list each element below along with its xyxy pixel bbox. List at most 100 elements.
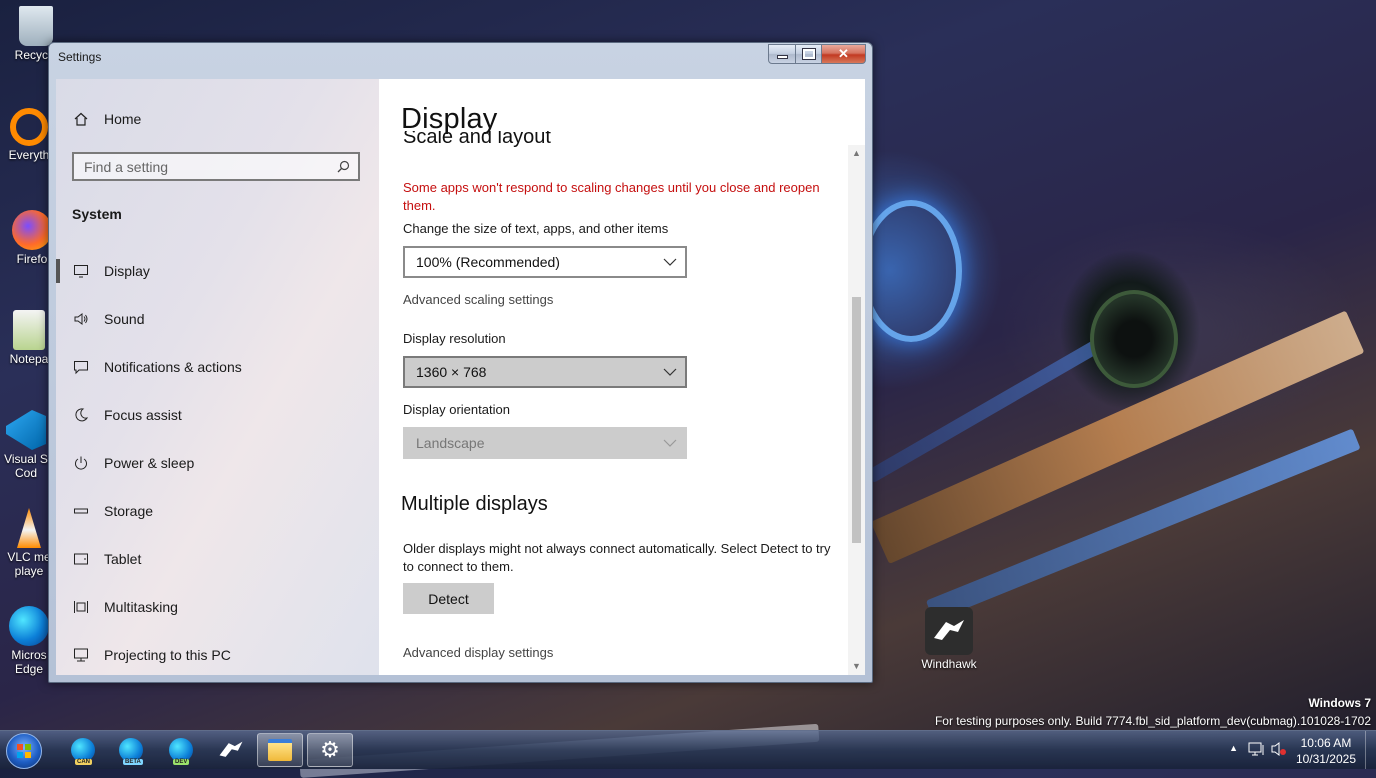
scroll-up-icon[interactable]: ▲ (851, 148, 862, 159)
orientation-dropdown: Landscape (403, 427, 687, 459)
scrollbar[interactable]: ▲ ▼ (848, 145, 865, 675)
edge-dev-icon: DEV (169, 738, 193, 765)
desktop-icon-everything[interactable]: Everyth (5, 108, 53, 162)
desktop-icon-notepad[interactable]: Notepa (5, 310, 53, 366)
taskbar-edge-dev[interactable]: DEV (158, 733, 204, 767)
nav-home[interactable]: Home (73, 111, 141, 127)
windhawk-icon (219, 741, 243, 757)
scrollbar-thumb[interactable] (852, 297, 861, 543)
taskbar-settings[interactable]: ⚙ (307, 733, 353, 767)
windows-watermark-title: Windows 7 (1308, 696, 1371, 710)
advanced-display-link[interactable]: Advanced display settings (403, 645, 553, 660)
sidebar-item-sound[interactable]: Sound (56, 295, 379, 343)
notification-icon (74, 361, 88, 375)
orientation-dropdown-value: Landscape (416, 435, 485, 451)
sidebar-item-multitasking[interactable]: Multitasking (56, 583, 379, 631)
sidebar-item-label: Multitasking (104, 599, 178, 615)
taskbar-clock[interactable]: 10:06 AM 10/31/2025 (1296, 735, 1356, 767)
monitor-icon (74, 265, 88, 278)
sidebar-item-notifications[interactable]: Notifications & actions (56, 343, 379, 391)
multitasking-icon (74, 601, 88, 613)
minimize-icon (776, 55, 788, 59)
sidebar-nav: Display Sound Notifications & actions Fo… (56, 247, 379, 679)
desktop-icon-windhawk[interactable]: Windhawk (920, 607, 978, 671)
resolution-label: Display resolution (403, 331, 506, 346)
settings-content: Display Scale and layout Some apps won't… (379, 79, 865, 675)
detect-button[interactable]: Detect (403, 583, 494, 614)
projecting-icon (74, 648, 88, 662)
minimize-button[interactable] (768, 44, 796, 64)
windows-watermark-build: For testing purposes only. Build 7774.fb… (934, 714, 1371, 728)
sidebar-item-label: Storage (104, 503, 154, 519)
desktop-icon-label: Micros Edge (11, 648, 47, 676)
edge-beta-tag: BETA (123, 759, 143, 765)
tablet-icon (74, 553, 88, 565)
desktop-icon-label: VLC me playe (7, 550, 51, 578)
advanced-scaling-link[interactable]: Advanced scaling settings (403, 292, 553, 307)
edge-dev-tag: DEV (173, 759, 190, 765)
sidebar-item-label: Sound (104, 311, 145, 327)
desktop-icon-label: Everyth (8, 148, 50, 162)
sidebar-item-label: Display (104, 263, 150, 279)
window-controls: ✕ (768, 44, 866, 64)
firefox-icon (12, 210, 52, 250)
sidebar-item-focus-assist[interactable]: Focus assist (56, 391, 379, 439)
start-button[interactable] (6, 733, 42, 769)
sidebar-item-label: Power & sleep (104, 455, 195, 471)
scaling-warning: Some apps won't respond to scaling chang… (403, 180, 820, 213)
show-desktop-button[interactable] (1365, 731, 1376, 769)
desktop-icon-label: Windhawk (921, 657, 977, 671)
sidebar-item-power-sleep[interactable]: Power & sleep (56, 439, 379, 487)
scale-dropdown-value: 100% (Recommended) (416, 254, 560, 270)
windows-logo-icon (17, 744, 31, 758)
section-label-system: System (72, 206, 122, 222)
edge-canary-icon: CAN (71, 738, 95, 765)
multiple-displays-text: Older displays might not always connect … (403, 541, 831, 574)
resolution-dropdown[interactable]: 1360 × 768 (403, 356, 687, 388)
taskbar-edge-beta[interactable]: BETA (108, 733, 154, 767)
scale-dropdown[interactable]: 100% (Recommended) (403, 246, 687, 278)
close-icon: ✕ (838, 46, 849, 61)
storage-icon (74, 508, 88, 514)
desktop-icon-label: Visual S Cod (4, 452, 48, 480)
volume-muted-icon[interactable] (1270, 741, 1288, 757)
close-button[interactable]: ✕ (822, 44, 866, 64)
search-icon (337, 160, 350, 173)
scale-label: Change the size of text, apps, and other… (403, 221, 669, 236)
search-input[interactable] (84, 158, 314, 175)
sidebar-item-display[interactable]: Display (56, 247, 379, 295)
window-title: Settings (58, 50, 102, 64)
desktop-icon-edge[interactable]: Micros Edge (5, 606, 53, 676)
everything-icon (10, 108, 48, 146)
sidebar-item-tablet[interactable]: Tablet (56, 535, 379, 583)
chevron-down-icon (663, 258, 677, 266)
sidebar-item-storage[interactable]: Storage (56, 487, 379, 535)
edge-beta-icon: BETA (119, 738, 143, 765)
vlc-icon (17, 508, 41, 548)
taskbar-edge-canary[interactable]: CAN (60, 733, 106, 767)
taskbar-windhawk[interactable] (208, 733, 254, 767)
power-icon (75, 456, 87, 470)
maximize-icon (801, 48, 816, 60)
desktop-icon-vlc[interactable]: VLC me playe (5, 508, 53, 578)
sidebar-item-label: Notifications & actions (104, 359, 242, 375)
maximize-button[interactable] (796, 44, 822, 64)
nav-home-label: Home (104, 111, 142, 127)
sidebar-item-label: Focus assist (104, 407, 182, 423)
taskbar-file-explorer[interactable] (257, 733, 303, 767)
search-box[interactable] (72, 152, 360, 181)
recycle-bin-icon (19, 6, 53, 46)
clock-date: 10/31/2025 (1295, 752, 1356, 766)
desktop-icon-vscode[interactable]: Visual S Cod (2, 410, 50, 480)
settings-window[interactable]: Settings ✕ Home System Display Sound (48, 42, 873, 683)
chevron-down-icon (663, 439, 677, 447)
windhawk-icon (925, 607, 973, 655)
moon-icon (75, 408, 89, 422)
tray-overflow-icon[interactable]: ▲ (1229, 743, 1238, 753)
multiple-displays-title: Multiple displays (401, 493, 548, 515)
scroll-down-icon[interactable]: ▼ (851, 661, 862, 672)
resolution-dropdown-value: 1360 × 768 (416, 364, 487, 380)
network-icon[interactable] (1248, 741, 1266, 757)
sidebar-item-projecting[interactable]: Projecting to this PC (56, 631, 379, 679)
sidebar-item-label: Tablet (104, 551, 142, 567)
